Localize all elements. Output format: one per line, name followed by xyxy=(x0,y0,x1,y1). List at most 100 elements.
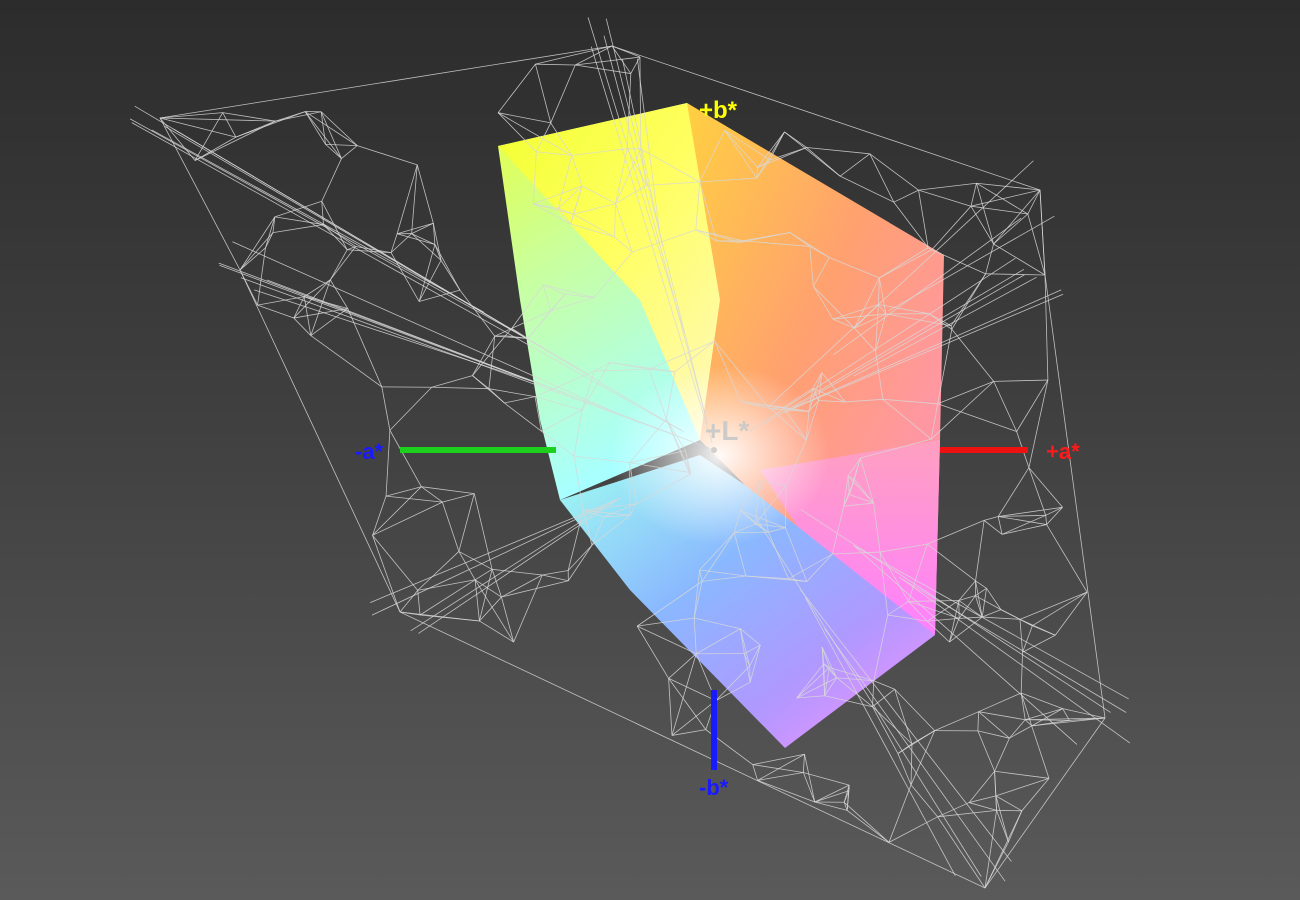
wireframe-edge xyxy=(535,45,613,65)
wireframe-edge xyxy=(497,63,536,113)
wireframe-edge xyxy=(321,158,342,202)
gamut-3d-view[interactable]: +b* -b* +a* -a* +L* xyxy=(0,0,1300,900)
wireframe-edge xyxy=(479,569,493,622)
wireframe-edge xyxy=(872,680,875,707)
wireframe-edge xyxy=(372,501,443,536)
wireframe-edge xyxy=(985,243,994,274)
wireframe-edge xyxy=(978,711,1010,739)
wireframe-edge xyxy=(1046,524,1088,593)
wireframe-edge xyxy=(381,386,391,431)
wireframe-edge xyxy=(474,579,502,598)
wireframe-edge xyxy=(329,249,348,281)
wireframe-edge xyxy=(1019,619,1023,653)
wireframe-edge xyxy=(235,111,306,138)
wireframe-edge xyxy=(671,700,717,736)
wireframe-edge xyxy=(386,495,443,503)
wireframe-edge xyxy=(370,497,622,603)
wireframe-edge xyxy=(872,688,895,708)
wireframe-edge xyxy=(159,112,223,119)
wireframe-edge xyxy=(869,153,919,191)
wireframe-edge xyxy=(995,795,1009,842)
wireframe-edge xyxy=(257,304,294,319)
wireframe-edge xyxy=(993,381,1018,432)
wireframe-edge xyxy=(937,809,997,818)
wireframe-edge xyxy=(239,269,258,306)
axis-label-plus-b: +b* xyxy=(699,97,738,124)
wireframe-edge xyxy=(734,531,769,534)
wireframe-edge xyxy=(501,574,543,598)
wireframe-edge xyxy=(982,609,1002,618)
wireframe-edge xyxy=(752,764,804,773)
wireframe-edge xyxy=(310,335,383,388)
wireframe-edge xyxy=(535,63,576,66)
wireframe-edge xyxy=(575,56,640,66)
wireframe-edge xyxy=(897,743,913,754)
wireframe-edge xyxy=(320,111,358,146)
wireframe-edge xyxy=(893,189,919,203)
wireframe-edge xyxy=(474,579,514,643)
wireframe-edge xyxy=(341,145,358,159)
wireframe-edge xyxy=(504,396,536,404)
wireframe-edge xyxy=(472,375,490,390)
wireframe-edge xyxy=(129,118,544,349)
wireframe-edge xyxy=(784,131,807,148)
wireframe-edge xyxy=(151,129,485,313)
wireframe-edge xyxy=(372,486,422,536)
wireframe-edge xyxy=(1028,467,1063,508)
wireframe-edge xyxy=(513,574,543,643)
wireframe-edge xyxy=(419,614,480,622)
gamut-white-point xyxy=(610,365,830,545)
wireframe-edge xyxy=(442,493,475,503)
wireframe-edge xyxy=(459,289,496,337)
wireframe-edge xyxy=(1031,725,1050,779)
wireframe-edge xyxy=(959,616,983,619)
wireframe-edge xyxy=(846,810,890,843)
wireframe-edge xyxy=(385,430,391,497)
wireframe-edge xyxy=(958,580,976,601)
wireframe-edge xyxy=(995,795,1023,812)
wireframe-edge xyxy=(274,216,324,225)
wireframe-edge xyxy=(937,816,986,889)
wireframe-edge xyxy=(399,590,419,613)
wireframe-edge xyxy=(389,430,422,487)
wireframe-edge xyxy=(494,328,512,337)
wireframe-edge xyxy=(977,730,995,772)
wireframe-edge xyxy=(542,574,569,582)
wireframe-edge xyxy=(970,189,1041,207)
wireframe-edge xyxy=(951,273,986,330)
wireframe-edge xyxy=(804,754,816,803)
wireframe-edge xyxy=(434,244,461,291)
axis-origin xyxy=(711,447,717,453)
wireframe-edge xyxy=(843,801,890,843)
wireframe-edge xyxy=(325,143,358,147)
wireframe-edge xyxy=(668,653,697,679)
wireframe-edge xyxy=(417,590,421,616)
wireframe-edge xyxy=(1000,609,1021,620)
wireframe-edge xyxy=(968,771,995,803)
wireframe-edge xyxy=(983,516,999,521)
wireframe-edge xyxy=(993,379,1048,382)
wireframe-edge xyxy=(431,386,489,390)
wireframe-edge xyxy=(222,112,237,138)
wireframe-edge xyxy=(568,545,593,581)
wireframe-edge xyxy=(671,653,697,736)
wireframe-edge xyxy=(937,403,1017,432)
wireframe-edge xyxy=(802,754,805,773)
wireframe-edge xyxy=(254,289,541,385)
wireframe-edge xyxy=(504,402,542,432)
wireframe-edge xyxy=(1009,725,1032,739)
wireframe-edge xyxy=(218,262,534,382)
wireframe-edge xyxy=(982,616,1020,620)
wireframe-edge xyxy=(1001,524,1047,535)
wireframe-edge xyxy=(535,64,552,124)
wireframe-edge xyxy=(329,246,357,281)
wireframe-edge xyxy=(752,753,805,765)
wireframe-edge xyxy=(894,688,935,731)
wireframe-edge xyxy=(347,308,383,388)
axis-label-plus-L: +L* xyxy=(705,415,749,446)
wireframe-edge xyxy=(839,175,894,203)
wireframe-edge xyxy=(668,678,707,730)
wireframe-edge xyxy=(968,795,997,803)
wireframe-edge xyxy=(275,111,322,122)
wireframe-edge xyxy=(824,628,1006,882)
